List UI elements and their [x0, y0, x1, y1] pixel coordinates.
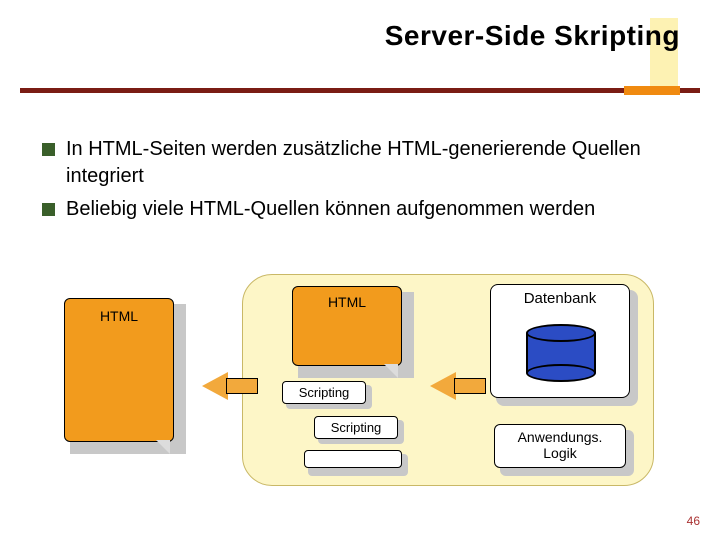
page-label: HTML: [292, 294, 402, 310]
bullet-item: In HTML-Seiten werden zusätzliche HTML-g…: [40, 136, 680, 190]
database-cylinder-icon: [526, 324, 596, 380]
scripting-box: Scripting: [282, 381, 366, 404]
bullet-list: In HTML-Seiten werden zusätzliche HTML-g…: [40, 136, 680, 229]
scripting-box: Scripting: [314, 416, 398, 439]
title-rule: [20, 88, 700, 93]
slide-title: Server-Side Skripting: [385, 20, 680, 52]
diagram: HTML HTML Scripting Scripting Datenbank …: [60, 280, 660, 500]
page-fold-icon: [156, 440, 170, 454]
empty-box: [304, 450, 402, 468]
page-label: HTML: [64, 308, 174, 324]
bullet-item: Beliebig viele HTML-Quellen können aufge…: [40, 196, 680, 223]
page-fold-icon: [384, 364, 398, 378]
title-rule-accent: [624, 86, 680, 95]
database-label: Datenbank: [490, 290, 630, 307]
app-logic-line2: Logik: [543, 445, 576, 461]
app-logic-line1: Anwendungs.: [518, 429, 603, 445]
app-logic-box: Anwendungs. Logik: [494, 424, 626, 468]
page-number: 46: [687, 514, 700, 528]
